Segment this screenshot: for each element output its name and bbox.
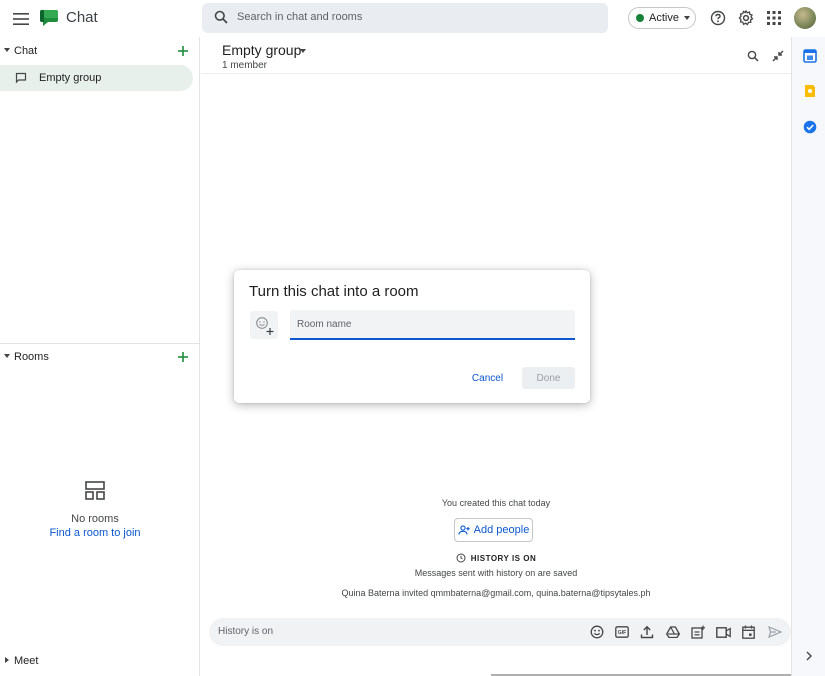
dialog-backdrop: Turn this chat into a room Cancel Done bbox=[0, 0, 825, 676]
add-emoji-button[interactable] bbox=[250, 311, 278, 339]
room-name-input[interactable] bbox=[290, 310, 575, 338]
room-name-field[interactable] bbox=[290, 310, 575, 340]
done-button[interactable]: Done bbox=[522, 367, 575, 389]
cancel-button[interactable]: Cancel bbox=[467, 367, 508, 389]
dialog-title: Turn this chat into a room bbox=[249, 283, 419, 300]
room-dialog: Turn this chat into a room Cancel Done bbox=[234, 270, 590, 403]
add-emoji-icon bbox=[256, 317, 274, 335]
